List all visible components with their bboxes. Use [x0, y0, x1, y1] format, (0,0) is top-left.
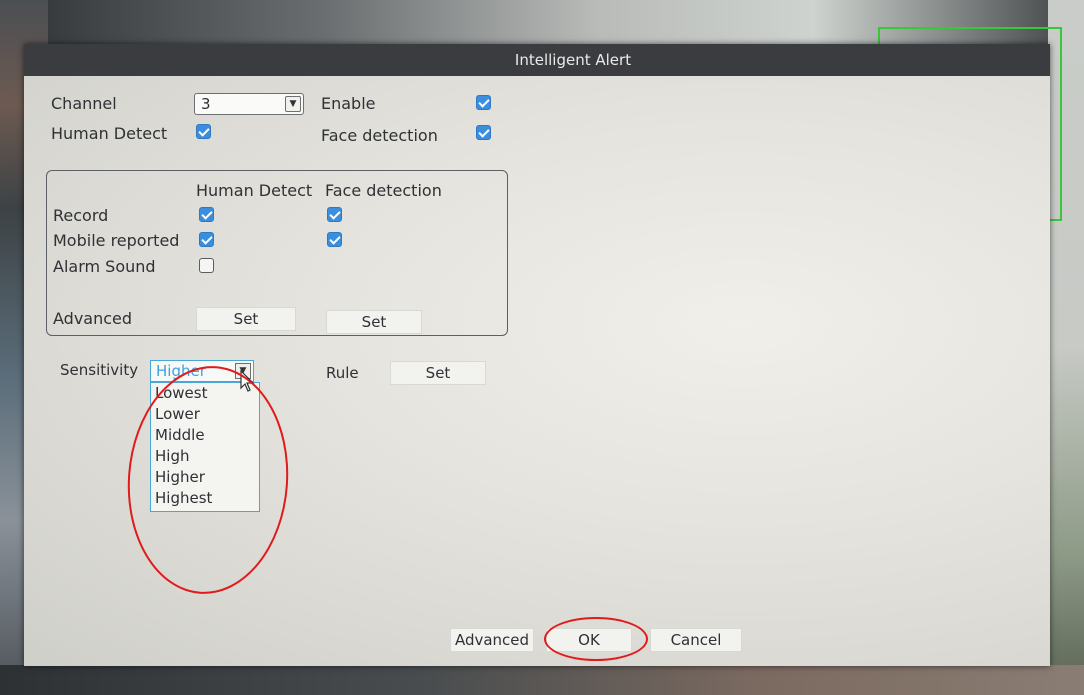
mobile-reported-label: Mobile reported: [53, 231, 180, 250]
column-header-face-detection: Face detection: [325, 181, 442, 200]
advanced-face-set-button[interactable]: Set: [326, 310, 422, 334]
dialog-titlebar: Intelligent Alert: [24, 44, 1050, 76]
annotation-circle-ok: [544, 617, 648, 661]
footer-advanced-button[interactable]: Advanced: [450, 628, 534, 652]
dialog-title: Intelligent Alert: [514, 51, 632, 69]
mobile-reported-face-checkbox[interactable]: [327, 232, 342, 247]
channel-label: Channel: [51, 94, 117, 113]
mobile-reported-human-checkbox[interactable]: [199, 232, 214, 247]
alarm-sound-checkbox[interactable]: [199, 258, 214, 273]
sensitivity-label: Sensitivity: [60, 361, 139, 379]
human-detect-label: Human Detect: [51, 124, 168, 143]
rule-label: Rule: [326, 364, 359, 382]
channel-value: 3: [201, 95, 211, 113]
photo-background-bottom: [0, 665, 1084, 695]
human-detect-checkbox[interactable]: [196, 124, 211, 139]
intelligent-alert-dialog: Intelligent Alert Channel 3 ▼ Enable Hum…: [24, 44, 1050, 666]
column-header-human-detect: Human Detect: [196, 181, 313, 200]
rule-set-button[interactable]: Set: [390, 361, 486, 385]
enable-checkbox[interactable]: [476, 95, 491, 110]
chevron-down-icon[interactable]: ▼: [285, 96, 301, 112]
channel-select[interactable]: 3 ▼: [194, 93, 304, 115]
record-label: Record: [53, 206, 109, 225]
alarm-sound-label: Alarm Sound: [53, 257, 156, 276]
enable-label: Enable: [321, 94, 376, 113]
record-human-checkbox[interactable]: [199, 207, 214, 222]
advanced-label: Advanced: [53, 309, 133, 328]
advanced-human-set-button[interactable]: Set: [196, 307, 296, 331]
cancel-button[interactable]: Cancel: [650, 628, 742, 652]
face-detection-checkbox[interactable]: [476, 125, 491, 140]
record-face-checkbox[interactable]: [327, 207, 342, 222]
face-detection-label: Face detection: [321, 126, 438, 145]
annotation-circle-dropdown: [120, 360, 296, 600]
